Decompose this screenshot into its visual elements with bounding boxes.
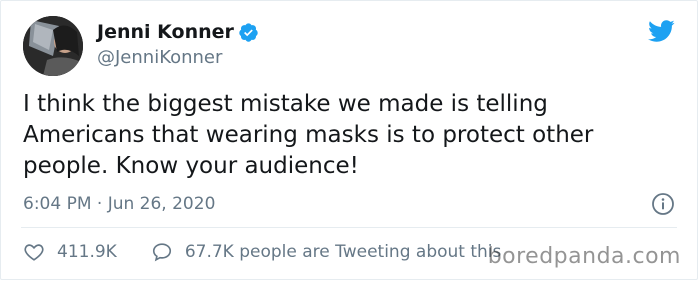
tweet-card: Jenni Konner @JenniKonner I think the bi… [0, 0, 698, 280]
like-button[interactable]: 411.9K [23, 241, 117, 263]
author-display-name-row[interactable]: Jenni Konner [97, 20, 259, 44]
tweet-actions: 411.9K 67.7K people are Tweeting about t… [23, 241, 501, 263]
tweet-text: I think the biggest mistake we made is t… [23, 91, 594, 179]
verified-badge-icon [238, 22, 259, 43]
info-icon[interactable] [651, 192, 675, 216]
heart-icon [24, 244, 44, 261]
conversation-count: 67.7K people are Tweeting about this [184, 242, 502, 262]
conversation-link[interactable]: 67.7K people are Tweeting about this [151, 241, 502, 263]
avatar-image [23, 16, 83, 76]
twitter-bird-icon[interactable] [645, 17, 677, 45]
avatar[interactable] [23, 16, 83, 76]
watermark: boredpanda.com [487, 244, 681, 269]
like-count: 411.9K [57, 242, 117, 262]
divider [21, 227, 677, 228]
speech-bubble-icon [152, 243, 171, 262]
author-display-name[interactable]: Jenni Konner [97, 20, 234, 44]
tweet-timestamp[interactable]: 6:04 PM · Jun 26, 2020 [23, 193, 215, 215]
author-handle[interactable]: @JenniKonner [97, 47, 222, 69]
